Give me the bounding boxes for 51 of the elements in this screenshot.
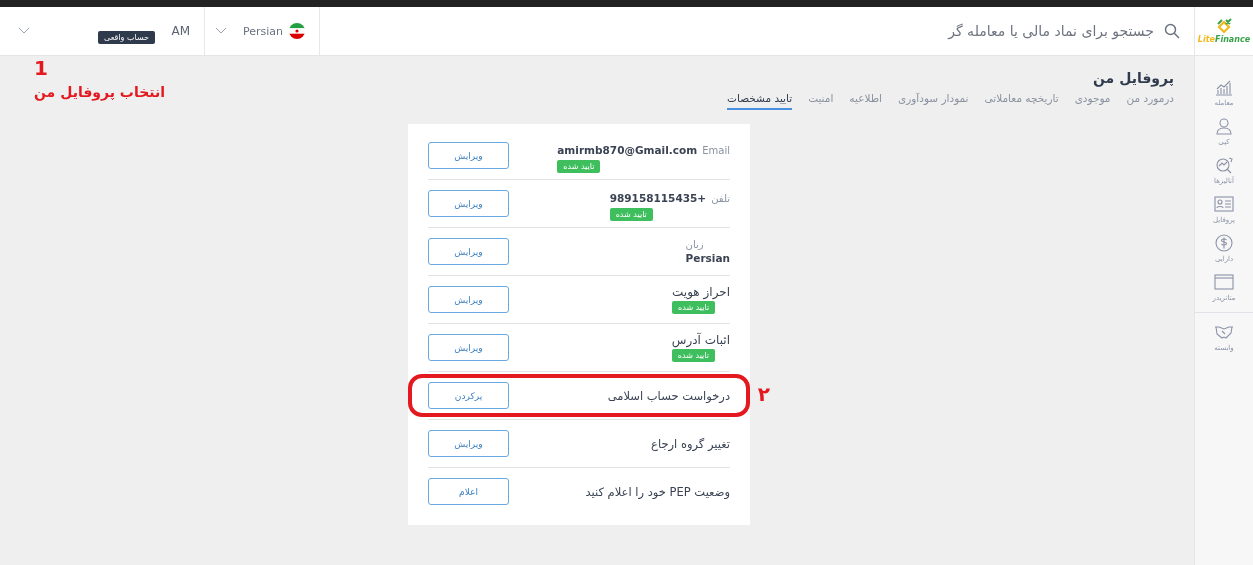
- field-value: amirmb870@Gmail.com: [557, 143, 698, 156]
- account-type-badge: حساب واقعی: [98, 30, 156, 44]
- field-label: زبان: [685, 239, 704, 250]
- window-icon: [1214, 274, 1234, 290]
- handshake-icon: [1214, 326, 1234, 339]
- field-label: اثبات آدرس: [671, 333, 730, 347]
- action-button[interactable]: ویرایش: [428, 430, 509, 457]
- verified-badge: تایید شده: [672, 301, 716, 314]
- tab[interactable]: امنیت: [808, 92, 834, 110]
- action-button[interactable]: ویرایش: [428, 286, 509, 313]
- field-label: وضعیت PEP خود را اعلام کنید: [585, 484, 730, 499]
- logo-icon: [1215, 18, 1233, 34]
- dollar-icon: [1215, 234, 1233, 252]
- chart-icon: [1215, 80, 1233, 96]
- language-selector[interactable]: Persian: [242, 24, 283, 38]
- action-button[interactable]: ویرایش: [428, 238, 509, 265]
- verified-badge: تایید شده: [557, 159, 601, 173]
- tab[interactable]: اطلاعیه: [849, 92, 882, 110]
- verified-badge: تایید شده: [671, 349, 715, 362]
- account-initials[interactable]: AM: [171, 24, 190, 38]
- field-label: Email: [702, 144, 730, 156]
- field-label: تلفن: [711, 192, 730, 204]
- magnifier-chart-icon: [1216, 157, 1233, 174]
- chevron-down-icon[interactable]: [215, 27, 227, 35]
- search-icon: [1164, 23, 1180, 39]
- field-label: درخواست حساب اسلامی: [607, 388, 730, 403]
- action-button[interactable]: ویرایش: [428, 334, 509, 361]
- logo-text: LiteFinance: [1197, 35, 1251, 44]
- annotation-number: ۲: [757, 382, 770, 406]
- tab[interactable]: موجودی: [1074, 92, 1111, 110]
- tab[interactable]: تاریخچه معاملاتی: [984, 92, 1059, 110]
- verified-badge: تایید شده: [609, 207, 653, 221]
- action-button[interactable]: ویرایش: [428, 142, 509, 169]
- tab[interactable]: درمورد من: [1126, 92, 1174, 110]
- id-card-icon: [1214, 196, 1234, 212]
- annotation-text: انتخاب پروفایل من: [34, 84, 166, 100]
- tab[interactable]: تایید مشخصات: [727, 92, 793, 110]
- action-button[interactable]: اعلام: [428, 478, 509, 505]
- field-value: Persian: [685, 252, 730, 264]
- flag-icon: [289, 23, 305, 39]
- annotation-number: 1: [34, 58, 48, 78]
- chevron-down-icon[interactable]: [18, 27, 30, 35]
- page-title: پروفایل من: [1092, 70, 1174, 86]
- action-button[interactable]: ویرایش: [428, 190, 509, 217]
- field-value: 989158115435+: [609, 191, 707, 204]
- search-field[interactable]: جستجو برای نماد مالی یا معامله گر: [948, 23, 1154, 39]
- field-label: احراز هویت: [672, 285, 730, 299]
- field-label: تغییر گروه ارجاع: [651, 436, 730, 451]
- action-button[interactable]: پرکردن: [428, 382, 509, 409]
- person-icon: [1216, 118, 1232, 135]
- tab[interactable]: نمودار سودآوری: [897, 92, 969, 110]
